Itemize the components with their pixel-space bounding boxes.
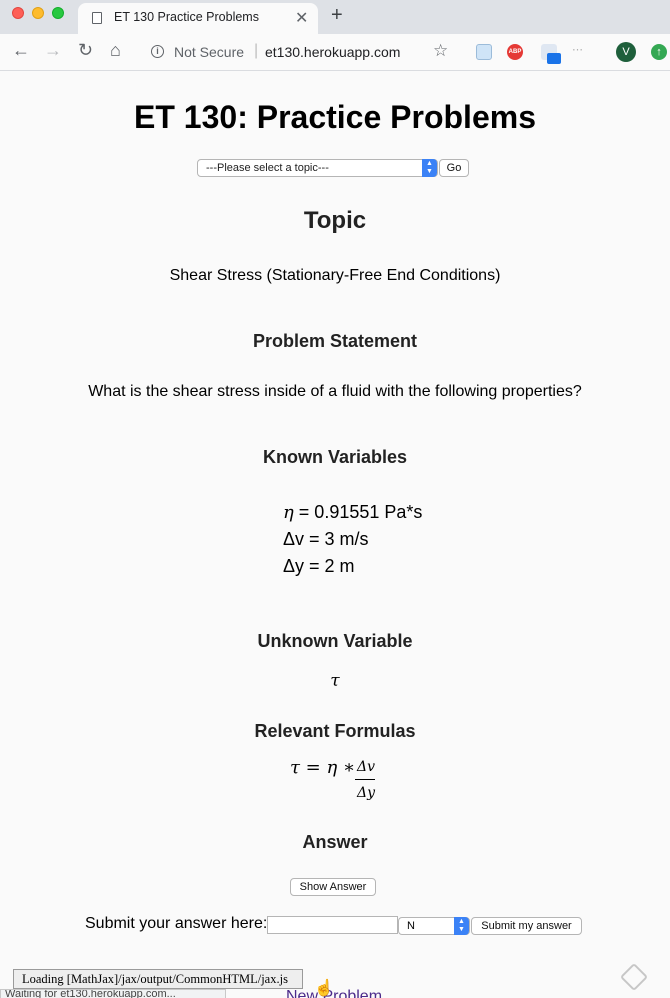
unit-select[interactable]: N ▲ ▼ bbox=[398, 917, 470, 935]
reload-icon[interactable]: ↻ bbox=[78, 40, 93, 61]
problem-statement-heading: Problem Statement bbox=[252, 331, 418, 351]
profile-avatar[interactable]: V bbox=[616, 42, 636, 62]
extension-badge bbox=[547, 53, 561, 64]
tab-title: ET 130 Practice Problems bbox=[114, 10, 259, 24]
browser-tab-bar: ET 130 Practice Problems ✕ + bbox=[0, 0, 670, 34]
go-button[interactable]: Go bbox=[439, 159, 469, 177]
window-close-button[interactable] bbox=[12, 7, 24, 19]
topic-heading: Topic bbox=[303, 207, 367, 234]
adblock-extension-icon[interactable]: ABP bbox=[507, 44, 523, 60]
dy-value: = 2 m bbox=[304, 556, 355, 576]
show-answer-button[interactable]: Show Answer bbox=[290, 878, 376, 896]
back-arrow-icon[interactable]: ← bbox=[12, 40, 30, 61]
browser-status-bar: Waiting for et130.herokuapp.com... bbox=[0, 989, 226, 998]
answer-heading: Answer bbox=[302, 832, 368, 852]
page-icon bbox=[92, 12, 102, 24]
address-bar[interactable]: et130.herokuapp.com bbox=[265, 44, 400, 60]
home-icon[interactable]: ⌂ bbox=[110, 40, 121, 61]
scroll-corner-icon bbox=[619, 962, 649, 992]
window-minimize-button[interactable] bbox=[32, 7, 44, 19]
eta-symbol: η bbox=[283, 502, 294, 523]
weather-extension-icon[interactable] bbox=[476, 44, 492, 60]
chevron-updown-icon: ▲ ▼ bbox=[454, 917, 469, 935]
problem-statement-text: What is the shear stress inside of a flu… bbox=[88, 383, 582, 400]
known-variable-eta: η = 0.91551 Pa*s bbox=[283, 502, 422, 523]
url-separator: | bbox=[254, 42, 259, 59]
browser-tab[interactable]: ET 130 Practice Problems ✕ bbox=[78, 3, 318, 34]
chevron-updown-icon: ▲ ▼ bbox=[422, 159, 437, 177]
known-variable-dy: Δy = 2 m bbox=[283, 556, 355, 577]
dv-value: = 3 m/s bbox=[304, 529, 369, 549]
known-variables-heading: Known Variables bbox=[262, 447, 408, 467]
hand-cursor-icon: ☝ bbox=[314, 980, 334, 997]
bookmark-star-icon[interactable]: ☆ bbox=[433, 41, 448, 61]
tab-close-icon[interactable]: ✕ bbox=[295, 8, 308, 28]
page-title: ET 130: Practice Problems bbox=[134, 99, 536, 135]
formula-lhs: τ = η ∗ bbox=[290, 757, 356, 778]
answer-input[interactable] bbox=[267, 916, 398, 934]
mathjax-loading-message: Loading [MathJax]/jax/output/CommonHTML/… bbox=[13, 969, 303, 989]
topic-select[interactable]: ---Please select a topic--- ▲ ▼ bbox=[197, 159, 438, 177]
update-icon[interactable]: ↑ bbox=[651, 44, 667, 60]
info-icon[interactable]: i bbox=[151, 45, 164, 58]
known-variable-dv: Δv = 3 m/s bbox=[283, 529, 369, 550]
dv-symbol: Δv bbox=[283, 529, 305, 549]
formula-numerator: Δv bbox=[356, 759, 376, 775]
unknown-variable-symbol: τ bbox=[330, 671, 340, 691]
topic-select-value: ---Please select a topic--- bbox=[206, 162, 329, 174]
window-zoom-button[interactable] bbox=[52, 7, 64, 19]
relevant-formulas-heading: Relevant Formulas bbox=[254, 721, 416, 741]
fraction-bar bbox=[355, 779, 375, 780]
formula-denominator: Δy bbox=[356, 785, 376, 801]
new-tab-button[interactable]: + bbox=[331, 4, 343, 27]
unit-select-value: N bbox=[407, 920, 415, 932]
not-secure-label[interactable]: Not Secure bbox=[174, 44, 244, 60]
eta-value: = 0.91551 Pa*s bbox=[293, 502, 423, 522]
dy-symbol: Δy bbox=[283, 556, 305, 576]
unknown-variable-heading: Unknown Variable bbox=[257, 631, 413, 651]
forward-arrow-icon[interactable]: → bbox=[44, 40, 62, 61]
submit-answer-label: Submit your answer here: bbox=[85, 915, 268, 932]
topic-name: Shear Stress (Stationary-Free End Condit… bbox=[169, 267, 501, 284]
new-problem-link[interactable]: New Problem bbox=[286, 988, 382, 998]
browser-toolbar: ← → ↻ ⌂ i Not Secure | et130.herokuapp.c… bbox=[0, 34, 670, 71]
submit-answer-button[interactable]: Submit my answer bbox=[471, 917, 582, 935]
puzzle-extension-icon[interactable]: ⋯ bbox=[572, 43, 588, 59]
